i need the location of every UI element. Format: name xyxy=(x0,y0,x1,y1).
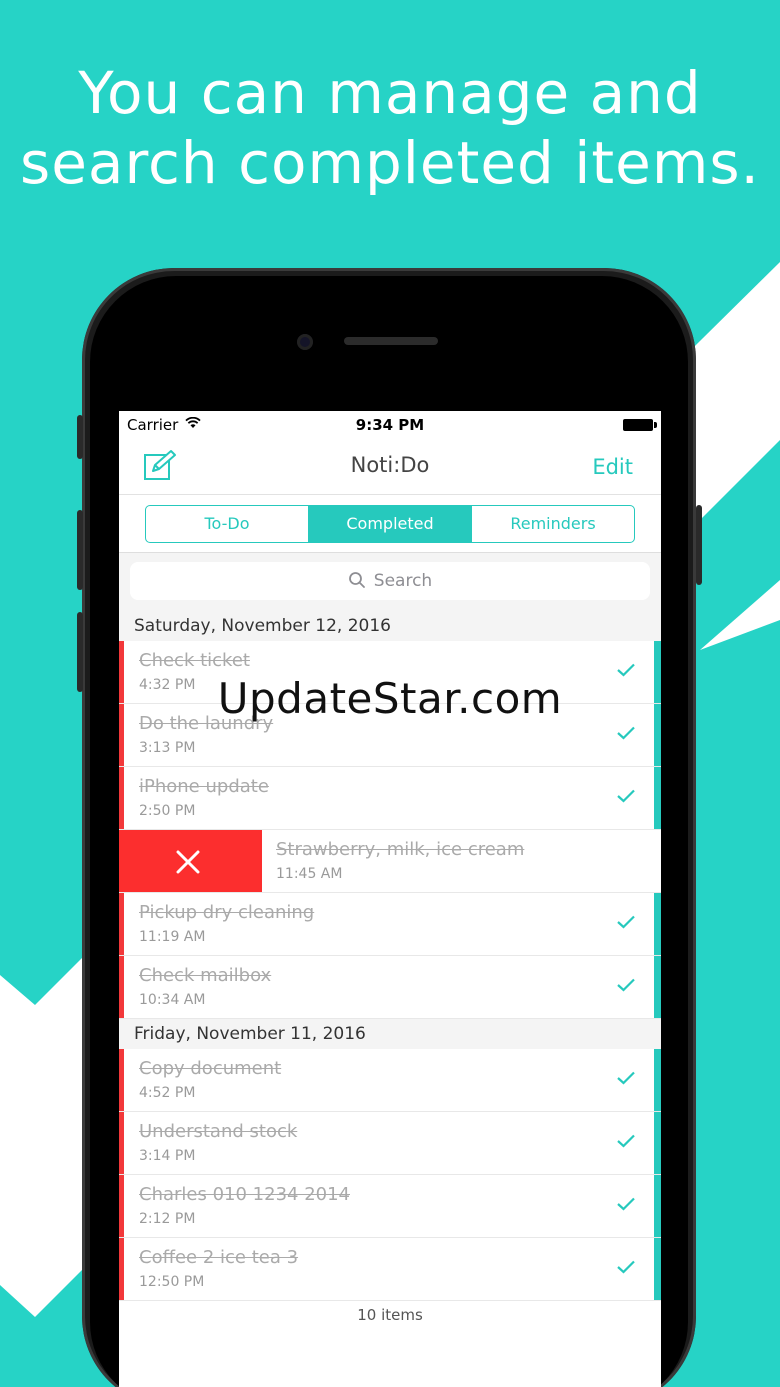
search-placeholder: Search xyxy=(373,571,433,591)
completed-bar xyxy=(654,1238,661,1300)
section-header: Friday, November 11, 2016 xyxy=(119,1019,661,1049)
list-item-swiped[interactable]: Strawberry, milk, ice cream 11:45 AM xyxy=(119,830,661,893)
check-icon[interactable] xyxy=(617,726,635,740)
search-icon xyxy=(348,571,365,588)
item-time: 12:50 PM xyxy=(139,1274,205,1290)
item-title: iPhone update xyxy=(139,776,269,797)
delete-button[interactable] xyxy=(119,830,262,892)
list-item[interactable]: iPhone update 2:50 PM xyxy=(119,767,661,830)
list-item[interactable]: Understand stock 3:14 PM xyxy=(119,1112,661,1175)
tab-to-do[interactable]: To-Do xyxy=(146,506,308,542)
priority-bar xyxy=(119,767,124,829)
tab-bar-container: To-Do Completed Reminders xyxy=(119,495,661,553)
section-header: Saturday, November 12, 2016 xyxy=(119,611,661,641)
completed-bar xyxy=(654,893,661,955)
item-title: Pickup dry cleaning xyxy=(139,902,315,923)
front-camera xyxy=(297,334,313,350)
list-item[interactable]: Copy document 4:52 PM xyxy=(119,1049,661,1112)
tab-reminders[interactable]: Reminders xyxy=(471,506,634,542)
item-time: 11:45 AM xyxy=(276,866,343,882)
priority-bar xyxy=(119,1238,124,1300)
check-icon[interactable] xyxy=(617,1197,635,1211)
item-title: Strawberry, milk, ice cream xyxy=(276,839,525,860)
tab-completed[interactable]: Completed xyxy=(308,506,471,542)
headline-line-2: search completed items. xyxy=(20,129,760,197)
priority-bar xyxy=(119,1112,124,1174)
item-count: 10 items xyxy=(357,1306,423,1324)
item-time: 4:52 PM xyxy=(139,1085,196,1101)
completed-bar xyxy=(654,767,661,829)
item-title: Check mailbox xyxy=(139,965,272,986)
app-screen: Carrier 9:34 PM Noti:Do Edit To-Do Compl… xyxy=(119,411,661,1387)
item-title: Coffee 2 ice tea 3 xyxy=(139,1247,299,1268)
list-item[interactable]: Coffee 2 ice tea 3 12:50 PM xyxy=(119,1238,661,1301)
segmented-control: To-Do Completed Reminders xyxy=(145,505,635,543)
close-icon xyxy=(176,850,200,874)
list-item[interactable]: Charles 010 1234 2014 2:12 PM xyxy=(119,1175,661,1238)
completed-bar xyxy=(654,1175,661,1237)
check-icon[interactable] xyxy=(617,1071,635,1085)
check-icon[interactable] xyxy=(617,1260,635,1274)
item-title: Check ticket xyxy=(139,650,250,671)
item-time: 10:34 AM xyxy=(139,992,206,1008)
earpiece-speaker xyxy=(344,337,438,345)
item-time: 11:19 AM xyxy=(139,929,206,945)
list-item[interactable]: Pickup dry cleaning 11:19 AM xyxy=(119,893,661,956)
check-icon[interactable] xyxy=(617,789,635,803)
check-icon[interactable] xyxy=(617,1134,635,1148)
priority-bar xyxy=(119,893,124,955)
priority-bar xyxy=(119,1049,124,1111)
battery-icon xyxy=(623,419,657,431)
search-input[interactable]: Search xyxy=(130,562,650,600)
check-icon[interactable] xyxy=(617,978,635,992)
item-time: 2:12 PM xyxy=(139,1211,196,1227)
item-time: 3:14 PM xyxy=(139,1148,196,1164)
completed-bar xyxy=(654,956,661,1018)
app-title: Noti:Do xyxy=(350,453,430,477)
item-title: Charles 010 1234 2014 xyxy=(139,1184,350,1205)
headline-line-1: You can manage and xyxy=(78,59,702,127)
phone-volume-up xyxy=(77,510,83,590)
phone-power-button xyxy=(696,505,702,585)
headline: You can manage and search completed item… xyxy=(0,58,780,198)
check-icon[interactable] xyxy=(617,915,635,929)
status-bar: Carrier 9:34 PM xyxy=(119,411,661,439)
item-time: 2:50 PM xyxy=(139,803,196,819)
list-item[interactable]: Check mailbox 10:34 AM xyxy=(119,956,661,1019)
item-title: Understand stock xyxy=(139,1121,298,1142)
priority-bar xyxy=(119,1175,124,1237)
completed-bar xyxy=(654,1049,661,1111)
navigation-bar: Noti:Do Edit xyxy=(119,439,661,495)
item-title: Copy document xyxy=(139,1058,282,1079)
status-time: 9:34 PM xyxy=(355,416,425,434)
phone-mute-switch xyxy=(77,415,83,459)
item-time: 3:13 PM xyxy=(139,740,196,756)
edit-button[interactable]: Edit xyxy=(592,455,633,479)
watermark: UpdateStar.com xyxy=(217,674,563,723)
priority-bar xyxy=(119,956,124,1018)
completed-bar xyxy=(654,1112,661,1174)
search-area: Search xyxy=(119,553,661,611)
